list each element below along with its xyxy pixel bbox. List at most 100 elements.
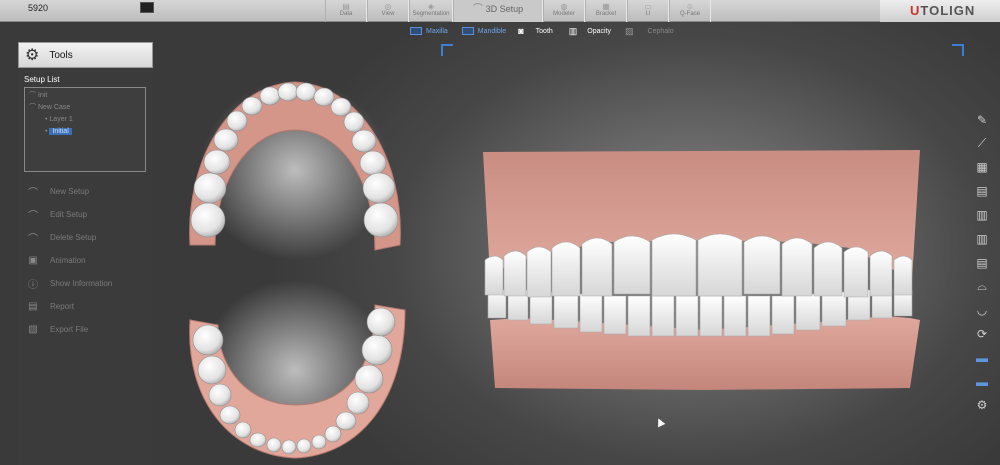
ruler-button[interactable]: ⟋	[970, 132, 994, 156]
opacity-icon: ▥	[568, 25, 578, 36]
settings-view-button[interactable]: ⚙	[970, 394, 994, 418]
occlusal-views[interactable]	[170, 70, 430, 465]
animation-icon: ▣	[28, 255, 38, 266]
menu-label: Animation	[50, 256, 86, 265]
nav-data-button[interactable]: ▤ Data	[325, 0, 367, 22]
nav-ii-label: I.I	[645, 11, 651, 17]
settings-icon: ⚙	[976, 398, 988, 413]
bottom-view-button[interactable]: ◡	[970, 298, 994, 322]
tree-item-label: New Case	[37, 104, 71, 111]
front-view-icon: ▤	[976, 184, 988, 199]
data-icon: ▤	[342, 2, 350, 11]
mandible-label: Mandible	[477, 27, 507, 35]
maxilla-view-button[interactable]: ▬	[970, 346, 994, 370]
grid-button[interactable]: ▦	[970, 156, 994, 180]
rotate-button[interactable]: ⟳	[970, 322, 994, 346]
segmentation-icon: ◈	[427, 2, 435, 11]
menu-label: Show Information	[50, 279, 113, 288]
tooth-icon: ◙	[518, 26, 524, 36]
tools-label: Tools	[49, 49, 73, 61]
tree-item-selected[interactable]: • Initial	[29, 126, 141, 138]
front-view-button[interactable]: ▤	[970, 179, 994, 203]
left-view-button[interactable]: ▥	[970, 203, 994, 227]
tree-item-init[interactable]: ⌒ Init	[29, 90, 141, 102]
cephalo-icon: ▨	[625, 25, 634, 36]
nav-bracket-label: Bracket	[595, 11, 617, 17]
menu-label: Delete Setup	[50, 233, 97, 242]
cephalo-toggle[interactable]: ▨ Cephalo	[625, 26, 674, 37]
gear-icon: ⚙	[25, 47, 40, 64]
setup-list[interactable]: ⌒ Init ⌒ New Case • Layer 1 • Initial	[24, 87, 146, 172]
pencil-button[interactable]: ✎	[970, 108, 994, 132]
top-toolbar: 5920 ▤ Data ◎ View ◈ Segmentation ⌒ 3D S…	[0, 0, 1000, 22]
frontal-3d-model[interactable]	[480, 150, 925, 395]
autolign-logo: UTOLIGN	[880, 0, 1000, 22]
mandible-toggle[interactable]: Mandible	[461, 27, 507, 35]
edit-setup-button[interactable]: ⌒ Edit Setup	[26, 203, 112, 226]
viewport-corner-top-left	[441, 44, 453, 56]
q-face-icon: ☺	[685, 2, 695, 11]
opacity-toggle[interactable]: ▥ Opacity	[569, 26, 611, 37]
nav-view-label: View	[381, 11, 395, 17]
animation-button[interactable]: ▣ Animation	[26, 249, 112, 272]
right-toolbar: ✎ ⟋ ▦ ▤ ▥ ▥ ▤ ⌓ ◡ ⟳ ▬ ▬ ⚙	[970, 108, 994, 417]
maxilla-toggle[interactable]: Maxilla	[410, 27, 448, 35]
tools-button[interactable]: ⚙ Tools	[18, 42, 153, 68]
info-icon: ⓘ	[28, 280, 38, 291]
logo-letter: U	[910, 3, 921, 18]
nav-modeler-button[interactable]: ◍ Modeler	[543, 0, 585, 22]
menu-label: Report	[50, 302, 75, 311]
case-id: 5920	[28, 3, 49, 13]
tooth-toggle[interactable]: ◙ Tooth	[518, 26, 553, 36]
tree-item-layer[interactable]: • Layer 1	[29, 114, 141, 126]
back-view-button[interactable]: ▤	[970, 251, 994, 275]
nav-3d-setup-button[interactable]: ⌒ 3D Setup	[453, 0, 543, 22]
nav-3d-setup-label: 3D Setup	[485, 4, 524, 14]
left-view-icon: ▥	[976, 208, 988, 223]
delete-setup-button[interactable]: ⌒ Delete Setup	[26, 226, 112, 249]
upper-arch-icon: ⌓	[977, 278, 987, 293]
app-window: 5920 ▤ Data ◎ View ◈ Segmentation ⌒ 3D S…	[0, 0, 1000, 465]
opacity-label: Opacity	[587, 27, 612, 35]
nav-q-face-button[interactable]: ☺ Q-Face	[669, 0, 711, 22]
nav-data-label: Data	[339, 11, 353, 17]
3d-setup-icon: ⌒	[472, 4, 486, 15]
setup-list-title: Setup List	[24, 75, 60, 84]
nav-segmentation-button[interactable]: ◈ Segmentation	[409, 0, 453, 22]
left-tools-panel: ⚙ Tools Setup List ⌒ Init ⌒ New Case • L…	[18, 42, 153, 465]
menu-label: Export File	[50, 325, 89, 334]
menu-label: New Setup	[50, 187, 90, 196]
maxilla-view-icon: ▬	[976, 350, 988, 365]
logo-text: TOLIGN	[920, 3, 976, 18]
view-toolbar: Maxilla Mandible ◙ Tooth ▥ Opacity ▨ Cep…	[410, 24, 674, 38]
top-view-button[interactable]: ⌓	[970, 275, 994, 299]
tooth-label: Tooth	[535, 27, 553, 35]
lower-arch-icon: ◡	[976, 303, 988, 318]
tree-item-new-case[interactable]: ⌒ New Case	[29, 102, 141, 114]
tree-item-label: Layer 1	[49, 116, 73, 123]
right-view-icon: ▥	[976, 231, 988, 246]
viewport-corner-top-right	[952, 44, 964, 56]
export-file-button[interactable]: ▧ Export File	[26, 318, 112, 341]
menu-label: Edit Setup	[50, 210, 87, 219]
show-information-button[interactable]: ⓘ Show Information	[26, 272, 112, 295]
back-view-icon: ▤	[976, 255, 988, 270]
nav-q-face-label: Q-Face	[679, 11, 700, 17]
grid-icon: ▦	[976, 160, 988, 175]
modeler-icon: ◍	[560, 2, 568, 11]
mandible-view-button[interactable]: ▬	[970, 370, 994, 394]
delete-setup-icon: ⌒	[28, 234, 38, 245]
tree-item-label: Init	[37, 92, 48, 99]
export-file-icon: ▧	[28, 324, 38, 335]
right-view-button[interactable]: ▥	[970, 227, 994, 251]
nav-bracket-button[interactable]: ▦ Bracket	[585, 0, 627, 22]
view-icon: ◎	[384, 2, 392, 11]
tree-item-label: Initial	[49, 128, 72, 135]
nav-ii-button[interactable]: ▭ I.I	[627, 0, 669, 22]
case-thumbnail-icon[interactable]	[140, 2, 154, 13]
nav-segmentation-label: Segmentation	[412, 11, 450, 17]
nav-view-button[interactable]: ◎ View	[367, 0, 409, 22]
report-button[interactable]: ▤ Report	[26, 295, 112, 318]
new-setup-button[interactable]: ⌒ New Setup	[26, 180, 112, 203]
cephalo-label: Cephalo	[647, 27, 674, 35]
